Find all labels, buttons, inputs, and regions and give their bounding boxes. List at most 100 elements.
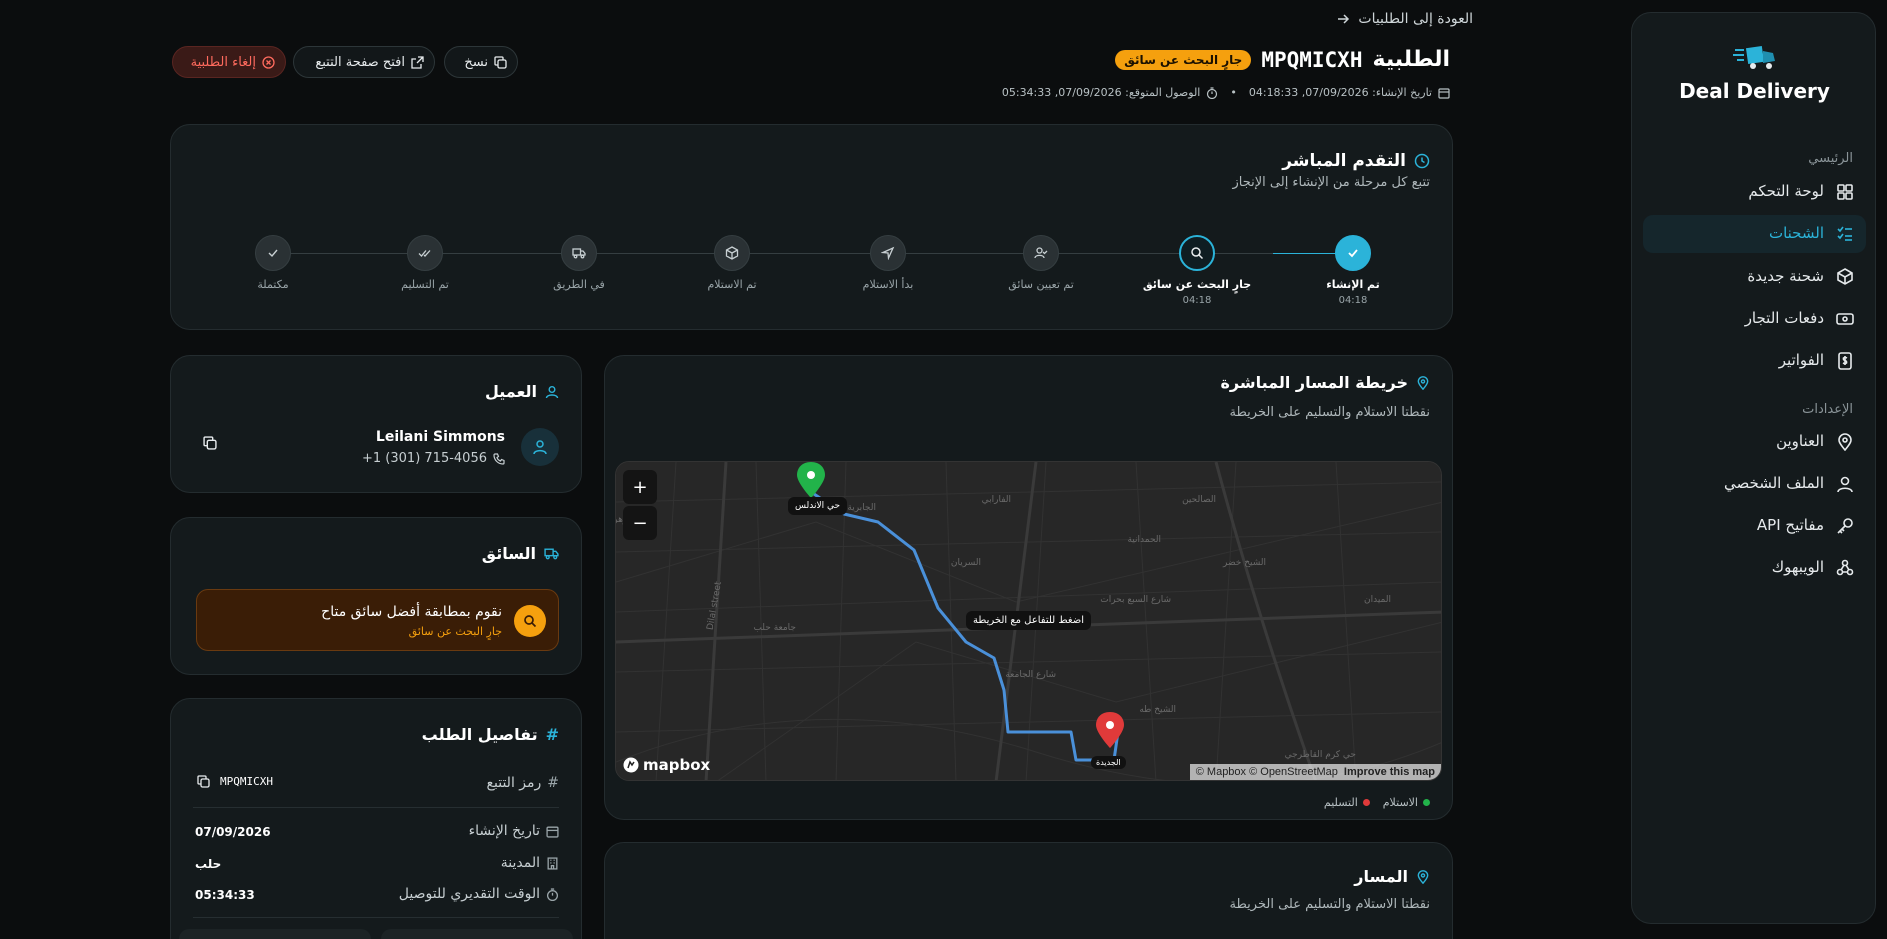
- legend-pickup: الاستلام: [1382, 796, 1418, 809]
- street-label: السريان: [951, 558, 981, 568]
- mapbox-logo[interactable]: mapbox: [623, 756, 710, 774]
- step-delivered: [407, 235, 443, 271]
- user-icon: [532, 439, 548, 455]
- sidebar-item-label: دفعات التجار: [1744, 309, 1824, 327]
- eta: الوصول المتوقع: 07/09/2026, 05:34:33: [1001, 86, 1201, 99]
- nav-section-main: الرئيسي: [1808, 151, 1853, 166]
- step-label: تم تعيين سائق: [1008, 278, 1074, 291]
- progress-title: التقدم المباشر: [1282, 151, 1406, 171]
- order-details-card: # تفاصيل الطلب # رمز التتبع MPQMICXH تار…: [170, 698, 582, 939]
- copy-button-label: نسخ: [464, 54, 488, 70]
- sidebar-item-merchant-payouts[interactable]: دفعات التجار: [1643, 300, 1866, 338]
- brand-name: Deal Delivery: [1679, 79, 1830, 103]
- attribution-text[interactable]: © Mapbox © OpenStreetMap: [1196, 766, 1338, 780]
- sidebar-item-invoices[interactable]: الفواتير: [1643, 342, 1866, 380]
- key-icon: [1836, 517, 1854, 535]
- driver-status: جارٍ البحث عن سائق: [408, 625, 502, 638]
- sidebar-item-dashboard[interactable]: لوحة التحكم: [1643, 173, 1866, 211]
- detail-label: الوقت التقديري للتوصيل: [398, 886, 540, 902]
- map-attribution: © Mapbox © OpenStreetMap Improve this ma…: [1189, 764, 1441, 780]
- pickup-label: حي الاندلس: [788, 497, 848, 515]
- street-label: الجابرية: [847, 503, 876, 513]
- details-title: تفاصيل الطلب: [421, 725, 538, 744]
- detail-row-tracking: # رمز التتبع: [487, 775, 559, 791]
- back-to-orders-link[interactable]: العودة إلى الطلبيات: [1336, 11, 1473, 27]
- map-interact-hint[interactable]: اضغط للتفاعل مع الخريطة: [966, 611, 1091, 630]
- copy-phone-button[interactable]: [203, 436, 217, 450]
- tracking-code-group: MPQMICXH: [197, 775, 273, 788]
- step-searching-driver: [1179, 235, 1215, 271]
- map-pin-icon: [1836, 433, 1854, 451]
- order-meta: تاريخ الإنشاء: 07/09/2026, 04:18:33 • ال…: [1002, 86, 1450, 99]
- cancel-order-button[interactable]: إلغاء الطلبية: [172, 46, 286, 78]
- step-picked-up: [714, 235, 750, 271]
- sidebar-item-label: العناوين: [1776, 432, 1824, 450]
- detail-row-created: تاريخ الإنشاء: [469, 823, 559, 839]
- order-code: MPQMICXH: [1261, 47, 1363, 72]
- sidebar-item-webhooks[interactable]: الويبهوك: [1643, 549, 1866, 587]
- dropoff-label: الجديدة: [1091, 756, 1126, 769]
- webhook-icon: [1836, 559, 1854, 577]
- open-tracking-button[interactable]: افتح صفحة التتبع: [293, 46, 435, 78]
- invoice-icon: [1836, 352, 1854, 370]
- pickup-dot: [1423, 799, 1430, 806]
- improve-map-link[interactable]: Improve this map: [1344, 766, 1435, 780]
- copy-button[interactable]: نسخ: [444, 46, 518, 78]
- zoom-in-button[interactable]: +: [623, 470, 657, 504]
- copy-tracking-button[interactable]: [197, 775, 210, 788]
- step-completed: [255, 235, 291, 271]
- map-pin-icon: [1416, 869, 1430, 884]
- route-title: المسار: [1354, 867, 1408, 886]
- meta-separator: •: [1230, 86, 1237, 99]
- zoom-out-button[interactable]: −: [623, 506, 657, 540]
- route-card: المسار نقطتا الاستلام والتسليم على الخري…: [604, 842, 1453, 939]
- timer-icon: [1206, 86, 1218, 99]
- calendar-icon: [546, 825, 559, 838]
- driver-matching-message: نقوم بمطابقة أفضل سائق متاح: [321, 604, 502, 620]
- mapbox-logo-text: mapbox: [643, 756, 711, 774]
- sidebar-item-label: الويبهوك: [1771, 558, 1824, 576]
- map-title-row: خريطة المسار المباشرة: [1220, 373, 1430, 392]
- timer-icon: [546, 887, 559, 901]
- sidebar-item-label: الفواتير: [1778, 351, 1824, 369]
- sidebar-item-api-keys[interactable]: مفاتيح API: [1643, 507, 1866, 545]
- dashboard-icon: [1836, 183, 1854, 201]
- sidebar-item-shipments[interactable]: الشحنات: [1643, 215, 1866, 253]
- detail-label: رمز التتبع: [486, 775, 542, 791]
- sidebar-item-label: الملف الشخصي: [1724, 474, 1824, 492]
- double-check-icon: [418, 246, 432, 260]
- sidebar-item-profile[interactable]: الملف الشخصي: [1643, 465, 1866, 503]
- sidebar-item-label: شحنة جديدة: [1747, 267, 1824, 285]
- package-plus-icon: [1836, 268, 1854, 286]
- action-button-partial[interactable]: [179, 929, 371, 939]
- sidebar-item-addresses[interactable]: العناوين: [1643, 423, 1866, 461]
- open-tracking-label: افتح صفحة التتبع: [315, 54, 405, 70]
- street-label: الصالحين: [1182, 495, 1216, 505]
- x-circle-icon: [262, 55, 275, 69]
- step-label: في الطريق: [553, 278, 605, 291]
- route-map[interactable]: الفارابي السريان الشيخ خضر جامعة حلب الح…: [615, 461, 1442, 781]
- customer-title-row: العميل: [485, 382, 559, 401]
- sidebar-item-new-shipment[interactable]: شحنة جديدة: [1643, 258, 1866, 296]
- route-title-row: المسار: [1354, 867, 1430, 886]
- action-button-partial[interactable]: [381, 929, 573, 939]
- step-driver-assigned: [1023, 235, 1059, 271]
- check-icon: [1346, 246, 1360, 260]
- navigation-icon: [881, 246, 895, 260]
- external-link-icon: [411, 55, 424, 69]
- map-pin-icon: [1416, 375, 1430, 390]
- legend-dropoff: التسليم: [1323, 796, 1358, 809]
- detail-value: 05:34:33: [195, 888, 255, 902]
- customer-phone-row: +1 (301) 715-4056: [362, 451, 505, 466]
- customer-title: العميل: [484, 382, 537, 401]
- back-label: العودة إلى الطلبيات: [1358, 11, 1473, 27]
- search-icon: [1190, 246, 1204, 260]
- driver-card: السائق نقوم بمطابقة أفضل سائق متاح جارٍ …: [170, 517, 582, 675]
- step-label: مكتملة: [257, 278, 289, 291]
- step-created: [1335, 235, 1371, 271]
- detail-value: حلب: [195, 857, 222, 871]
- step-on-the-way: [561, 235, 597, 271]
- driver-title-row: السائق: [482, 544, 559, 563]
- live-progress-card: التقدم المباشر تتبع كل مرحلة من الإنشاء …: [170, 124, 1453, 330]
- arrow-right-icon: [1336, 12, 1350, 26]
